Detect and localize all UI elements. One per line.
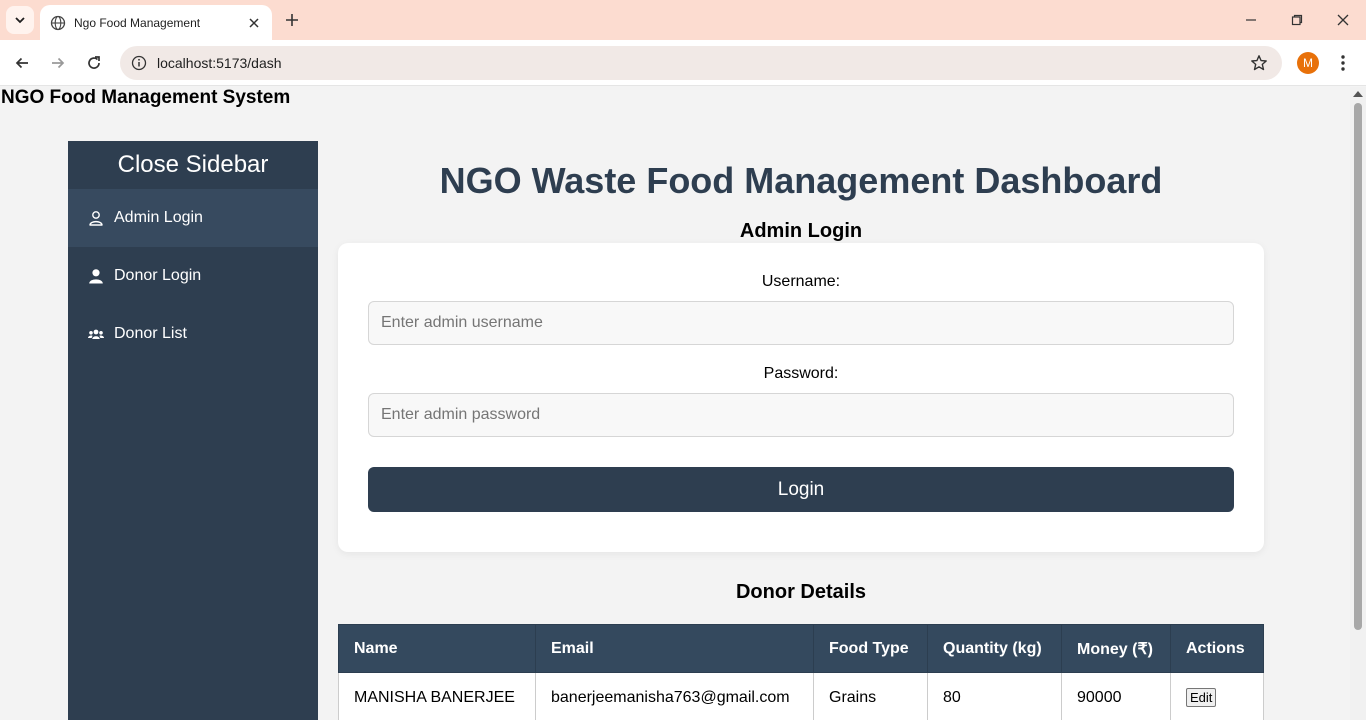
tab-title: Ngo Food Management bbox=[74, 15, 201, 30]
cell-food-type: Grains bbox=[813, 672, 928, 720]
cell-actions: Edit bbox=[1170, 672, 1264, 720]
new-tab-button[interactable] bbox=[282, 10, 302, 30]
browser-menu-button[interactable] bbox=[1332, 52, 1354, 74]
site-info-icon[interactable] bbox=[122, 46, 156, 80]
username-label: Username: bbox=[761, 273, 841, 290]
password-label: Password: bbox=[763, 365, 839, 382]
sidebar-item-admin-login[interactable]: Admin Login bbox=[68, 189, 318, 247]
plus-icon bbox=[286, 14, 298, 26]
minimize-icon bbox=[1246, 19, 1256, 21]
minimize-button[interactable] bbox=[1228, 0, 1274, 40]
cell-quantity: 80 bbox=[927, 672, 1062, 720]
restore-icon bbox=[1291, 14, 1303, 26]
admin-login-card: Username: Password: Login bbox=[338, 243, 1264, 552]
table-header-row: Name Email Food Type Quantity (kg) Money… bbox=[338, 624, 1264, 673]
sidebar-item-donor-login[interactable]: Donor Login bbox=[68, 247, 318, 305]
close-window-button[interactable] bbox=[1320, 0, 1366, 40]
globe-icon bbox=[50, 15, 66, 31]
close-icon bbox=[1337, 14, 1349, 26]
donor-table: Name Email Food Type Quantity (kg) Money… bbox=[338, 624, 1264, 720]
profile-avatar[interactable]: M bbox=[1297, 52, 1319, 74]
address-bar[interactable]: localhost:5173/dash bbox=[120, 46, 1282, 80]
login-button[interactable]: Login bbox=[368, 467, 1234, 512]
cell-email: banerjeemanisha763@gmail.com bbox=[535, 672, 814, 720]
username-input[interactable] bbox=[368, 301, 1234, 345]
user-outline-icon bbox=[88, 210, 104, 226]
sidebar-item-donor-list[interactable]: Donor List bbox=[68, 305, 318, 363]
sidebar-item-label: Donor Login bbox=[114, 267, 202, 284]
reload-icon bbox=[88, 56, 100, 69]
cell-name: MANISHA BANERJEE bbox=[338, 672, 536, 720]
column-header-actions: Actions bbox=[1170, 624, 1264, 673]
scrollbar-thumb[interactable] bbox=[1354, 103, 1362, 630]
reload-button[interactable] bbox=[80, 49, 108, 77]
bookmark-star-icon[interactable] bbox=[1250, 54, 1268, 72]
sidebar: Close Sidebar Admin Login Donor Login Do… bbox=[68, 141, 318, 720]
table-row: MANISHA BANERJEE banerjeemanisha763@gmai… bbox=[338, 672, 1264, 720]
sidebar-item-label: Admin Login bbox=[114, 209, 203, 226]
restore-button[interactable] bbox=[1274, 0, 1320, 40]
sidebar-item-label: Donor List bbox=[114, 325, 187, 342]
chevron-down-icon bbox=[15, 17, 25, 24]
browser-tabbar: Ngo Food Management bbox=[0, 0, 1366, 40]
tab-search-button[interactable] bbox=[6, 6, 34, 34]
user-solid-icon bbox=[88, 268, 104, 284]
admin-login-heading: Admin Login bbox=[739, 220, 863, 242]
url-text: localhost:5173/dash bbox=[157, 55, 282, 71]
back-button[interactable] bbox=[8, 49, 36, 77]
more-vert-icon bbox=[1341, 55, 1345, 71]
browser-tab[interactable]: Ngo Food Management bbox=[40, 5, 272, 40]
column-header-name: Name bbox=[338, 624, 536, 673]
close-sidebar-button[interactable]: Close Sidebar bbox=[68, 141, 318, 189]
site-title: NGO Food Management System bbox=[1, 87, 291, 108]
donor-details-heading: Donor Details bbox=[735, 581, 867, 603]
page-scrollbar[interactable] bbox=[1350, 87, 1366, 720]
cell-money: 90000 bbox=[1061, 672, 1171, 720]
close-tab-icon[interactable] bbox=[246, 15, 262, 31]
column-header-quantity: Quantity (kg) bbox=[927, 624, 1062, 673]
dashboard-title: NGO Waste Food Management Dashboard bbox=[439, 160, 1163, 201]
column-header-money: Money (₹) bbox=[1061, 624, 1171, 673]
forward-button[interactable] bbox=[44, 49, 72, 77]
column-header-food-type: Food Type bbox=[813, 624, 928, 673]
browser-toolbar: localhost:5173/dash M bbox=[0, 40, 1366, 86]
column-header-email: Email bbox=[535, 624, 814, 673]
users-icon bbox=[88, 326, 104, 342]
arrow-right-icon bbox=[52, 57, 65, 69]
edit-button[interactable]: Edit bbox=[1186, 688, 1217, 707]
arrow-left-icon bbox=[15, 57, 28, 69]
scroll-up-arrow-icon[interactable] bbox=[1353, 91, 1363, 97]
password-input[interactable] bbox=[368, 393, 1234, 437]
